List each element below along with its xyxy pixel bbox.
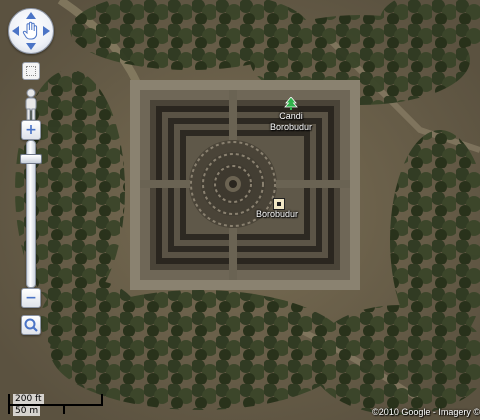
marker-label-borobudur[interactable]: Borobudur xyxy=(256,209,298,220)
scale-meters-label: 50 m xyxy=(13,406,41,416)
zoom-out-button[interactable]: − xyxy=(21,288,41,308)
marker-label-line2: Borobudur xyxy=(269,122,313,132)
marker-label-line1: Candi xyxy=(279,111,303,121)
magnifier-icon xyxy=(24,318,38,332)
overview-map-icon[interactable] xyxy=(22,62,40,80)
map-canvas[interactable]: + − Candi Borobudur Borobudur 200 ft 50 … xyxy=(0,0,480,420)
zoom-in-glyph: + xyxy=(25,122,37,138)
zoom-area-button[interactable] xyxy=(21,315,41,335)
tree-icon[interactable] xyxy=(284,97,298,111)
pegman-icon[interactable] xyxy=(20,88,42,122)
pan-hand-icon xyxy=(22,21,38,40)
scale-tick-feet xyxy=(101,394,103,404)
pan-down-arrow-icon[interactable] xyxy=(26,43,36,50)
zoom-in-button[interactable]: + xyxy=(21,120,41,140)
scale-tick-meters xyxy=(63,405,65,414)
scale-feet-label: 200 ft xyxy=(13,394,44,404)
scale-bar: 200 ft 50 m xyxy=(6,394,106,416)
pan-up-arrow-icon[interactable] xyxy=(26,12,36,19)
marker-label-candi-borobudur[interactable]: Candi Borobudur xyxy=(266,111,316,133)
pan-control[interactable] xyxy=(8,8,54,54)
zoom-slider-thumb[interactable] xyxy=(20,154,42,164)
attribution-text[interactable]: ©2010 Google - Imagery © xyxy=(372,407,480,418)
pan-left-arrow-icon[interactable] xyxy=(12,26,19,36)
zoom-out-glyph: − xyxy=(25,290,37,306)
pan-right-arrow-icon[interactable] xyxy=(43,26,50,36)
satellite-imagery[interactable] xyxy=(0,0,480,420)
